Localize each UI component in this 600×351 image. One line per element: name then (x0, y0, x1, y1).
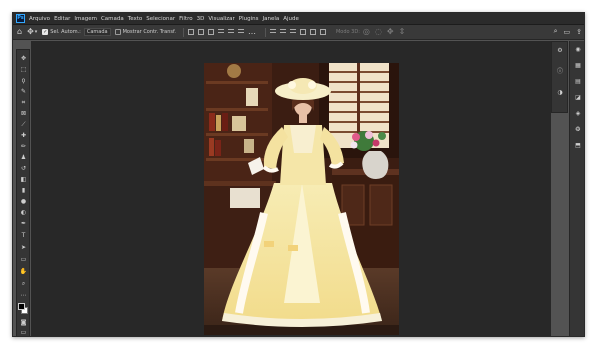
adjustments-icon[interactable]: ◑ (556, 89, 564, 97)
options-bar: ⌂ ✥ ▾ ✓ Sel. Autom.: Camada Mostrar Cont… (13, 25, 584, 40)
type-tool-icon[interactable]: T (19, 231, 28, 240)
more-options-icon[interactable]: … (248, 27, 256, 37)
menu-file[interactable]: Arquivo (29, 16, 50, 22)
mode-3d-label: Modo 3D: (335, 29, 360, 35)
eraser-tool-icon[interactable]: ◧ (19, 175, 28, 184)
dodge-tool-icon[interactable]: ◐ (19, 208, 28, 217)
show-transform-label: Mostrar Contr. Transf. (122, 29, 176, 35)
paths-icon[interactable]: ⬒ (574, 142, 582, 150)
quick-mask-icon[interactable]: ◙ (19, 318, 28, 327)
align-top-icon[interactable] (217, 29, 224, 35)
chevron-down-icon[interactable]: ▾ (35, 27, 38, 37)
pen-tool-icon[interactable]: ✒ (19, 219, 28, 228)
auto-select-dropdown[interactable]: Camada (83, 28, 111, 36)
align-center-icon[interactable] (197, 29, 204, 35)
options-right: ⌕ ▭ ⇪ (548, 27, 582, 36)
distribute-left-icon[interactable] (299, 29, 306, 35)
healing-brush-tool-icon[interactable]: ✚ (19, 131, 28, 140)
menu-edit[interactable]: Editar (54, 16, 70, 22)
align-middle-icon[interactable] (227, 29, 234, 35)
distribute-right-icon[interactable] (319, 29, 326, 35)
properties-icon[interactable]: ⚙ (556, 47, 564, 55)
layers-icon[interactable]: ◈ (574, 110, 582, 118)
color-panel-icon[interactable]: ◉ (574, 46, 582, 54)
brush-tool-icon[interactable]: ✏ (19, 142, 28, 151)
gradient-tool-icon[interactable]: ▮ (19, 186, 28, 195)
distribute-bottom-icon[interactable] (289, 29, 296, 35)
rectangle-tool-icon[interactable]: ▭ (19, 255, 28, 264)
channels-icon[interactable]: ❂ (574, 126, 582, 134)
menu-window[interactable]: Janela (262, 16, 279, 22)
menu-filter[interactable]: Filtro (179, 16, 192, 22)
search-icon[interactable]: ⌕ (554, 27, 558, 36)
frame-tool-icon[interactable]: ⊠ (19, 109, 28, 118)
ps-logo-icon: Ps (16, 14, 25, 23)
menu-type[interactable]: Texto (128, 16, 143, 22)
auto-select-label: Sel. Autom.: (50, 29, 81, 35)
lasso-tool-icon[interactable]: ϙ (19, 76, 28, 85)
swatches-icon[interactable]: ▦ (574, 62, 582, 70)
menu-layer[interactable]: Camada (101, 16, 124, 22)
3d-slide-icon: ⇕ (398, 27, 406, 36)
menu-image[interactable]: Imagem (74, 16, 97, 22)
zoom-tool-icon[interactable]: ⌕ (19, 279, 28, 288)
photo-artwork (204, 63, 399, 335)
distribute-top-icon[interactable] (269, 29, 276, 35)
path-selection-tool-icon[interactable]: ➤ (19, 243, 28, 252)
info-icon[interactable]: ⓘ (556, 68, 564, 76)
home-icon[interactable]: ⌂ (17, 27, 22, 37)
hand-tool-icon[interactable]: ✋ (19, 267, 28, 276)
blur-tool-icon[interactable]: ● (19, 197, 28, 206)
distribute-center-icon[interactable] (309, 29, 316, 35)
marquee-tool-icon[interactable]: ⬚ (19, 65, 28, 74)
3d-roll-icon: ◌ (374, 27, 382, 36)
menu-plugins[interactable]: Plugins (239, 16, 259, 22)
divider (264, 27, 266, 37)
more-tools-icon[interactable]: ⋯ (19, 291, 28, 300)
patterns-icon[interactable]: ◪ (574, 94, 582, 102)
show-transform-checkbox[interactable] (114, 29, 121, 35)
move-tool-icon[interactable]: ✥ (19, 54, 28, 63)
foreground-color-swatch[interactable] (18, 303, 25, 310)
3d-pan-icon: ✥ (386, 27, 394, 36)
menu-3d[interactable]: 3D (197, 16, 205, 22)
move-tool-icon[interactable]: ✥ (27, 27, 34, 37)
align-left-icon[interactable] (187, 29, 194, 35)
align-right-icon[interactable] (207, 29, 214, 35)
canvas-area[interactable] (31, 41, 551, 336)
document-photo[interactable] (204, 63, 399, 335)
share-icon[interactable]: ⇪ (576, 28, 582, 36)
workspace-icon[interactable]: ▭ (564, 28, 571, 36)
history-brush-tool-icon[interactable]: ↺ (19, 164, 28, 173)
screen-mode-icon[interactable]: ▭ (19, 328, 28, 336)
tools-panel: ✥ ⬚ ϙ ✎ ⌗ ⊠ ⟋ ✚ ✏ ♟ ↺ ◧ ▮ ● ◐ ✒ T ➤ ▭ ✋ … (16, 49, 30, 336)
gradients-icon[interactable]: ▤ (574, 78, 582, 86)
auto-select-checkbox[interactable]: ✓ (42, 29, 49, 35)
eyedropper-tool-icon[interactable]: ⟋ (19, 120, 28, 129)
menu-select[interactable]: Selecionar (146, 16, 175, 22)
quick-select-tool-icon[interactable]: ✎ (19, 87, 28, 96)
align-bottom-icon[interactable] (237, 29, 244, 35)
3d-orbit-icon: ◎ (362, 27, 370, 36)
menu-bar: Ps Arquivo Editar Imagem Camada Texto Se… (13, 13, 584, 25)
crop-tool-icon[interactable]: ⌗ (19, 98, 28, 107)
distribute-middle-icon[interactable] (279, 29, 286, 35)
menu-help[interactable]: Ajude (283, 16, 299, 22)
panel-dock: ◉ ▦ ▤ ◪ ◈ ❂ ⬒ (569, 41, 584, 336)
divider (182, 27, 184, 37)
photoshop-window: Ps Arquivo Editar Imagem Camada Texto Se… (12, 12, 585, 337)
clone-stamp-tool-icon[interactable]: ♟ (19, 153, 28, 162)
collapsed-panel-dock: ⚙ ⓘ ◑ (551, 41, 568, 113)
menu-view[interactable]: Visualizar (208, 16, 234, 22)
